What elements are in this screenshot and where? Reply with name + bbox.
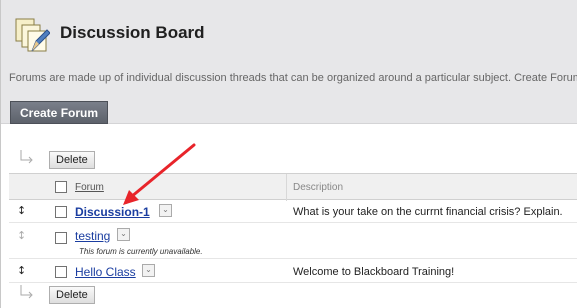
create-forum-button[interactable]: Create Forum: [10, 101, 109, 124]
forum-link[interactable]: Discussion-1: [75, 205, 150, 219]
table-row: ↕ Discussion-1 ⌄ What is your take on th…: [9, 200, 577, 223]
drag-handle-icon[interactable]: ↕: [17, 229, 26, 242]
chevron-down-icon[interactable]: ⌄: [142, 264, 155, 277]
select-all-checkbox[interactable]: [55, 181, 67, 193]
delete-button[interactable]: Delete: [49, 286, 95, 304]
row-checkbox[interactable]: [55, 232, 67, 244]
action-bar-bottom: Delete: [9, 285, 577, 305]
page-header: Discussion Board Forums are made up of i…: [1, 0, 577, 124]
forum-link[interactable]: testing: [75, 229, 110, 243]
row-checkbox[interactable]: [55, 266, 67, 278]
page-description: Forums are made up of individual discuss…: [9, 72, 577, 84]
chevron-down-icon[interactable]: ⌄: [117, 228, 130, 241]
row-checkbox[interactable]: [55, 206, 67, 218]
pipe-arrow-icon: [20, 285, 33, 299]
table-row: ↕ testing ⌄ This forum is currently unav…: [9, 223, 577, 259]
table-row: ↕ Hello Class ⌄ Welcome to Blackboard Tr…: [9, 259, 577, 283]
forum-link[interactable]: Hello Class: [75, 265, 136, 279]
action-bar-top: Delete: [9, 150, 577, 170]
forum-description: Welcome to Blackboard Training!: [293, 266, 455, 278]
column-header-description: Description: [293, 182, 344, 193]
delete-button[interactable]: Delete: [49, 151, 95, 169]
drag-handle-icon[interactable]: ↕: [17, 264, 26, 277]
forum-description: What is your take on the currnt financia…: [293, 206, 563, 218]
unavailable-note: This forum is currently unavailable.: [79, 247, 203, 256]
pipe-arrow-icon: [20, 150, 33, 164]
table-header: Forum Description: [9, 173, 577, 201]
drag-handle-icon[interactable]: ↕: [17, 204, 26, 217]
column-divider: [286, 174, 287, 201]
page-title: Discussion Board: [60, 23, 205, 42]
column-header-forum[interactable]: Forum: [75, 182, 104, 193]
chevron-down-icon[interactable]: ⌄: [159, 204, 172, 217]
discussion-board-icon: [15, 18, 50, 52]
forum-table: Forum Description ↕ Discussion-1 ⌄ What …: [9, 173, 577, 283]
